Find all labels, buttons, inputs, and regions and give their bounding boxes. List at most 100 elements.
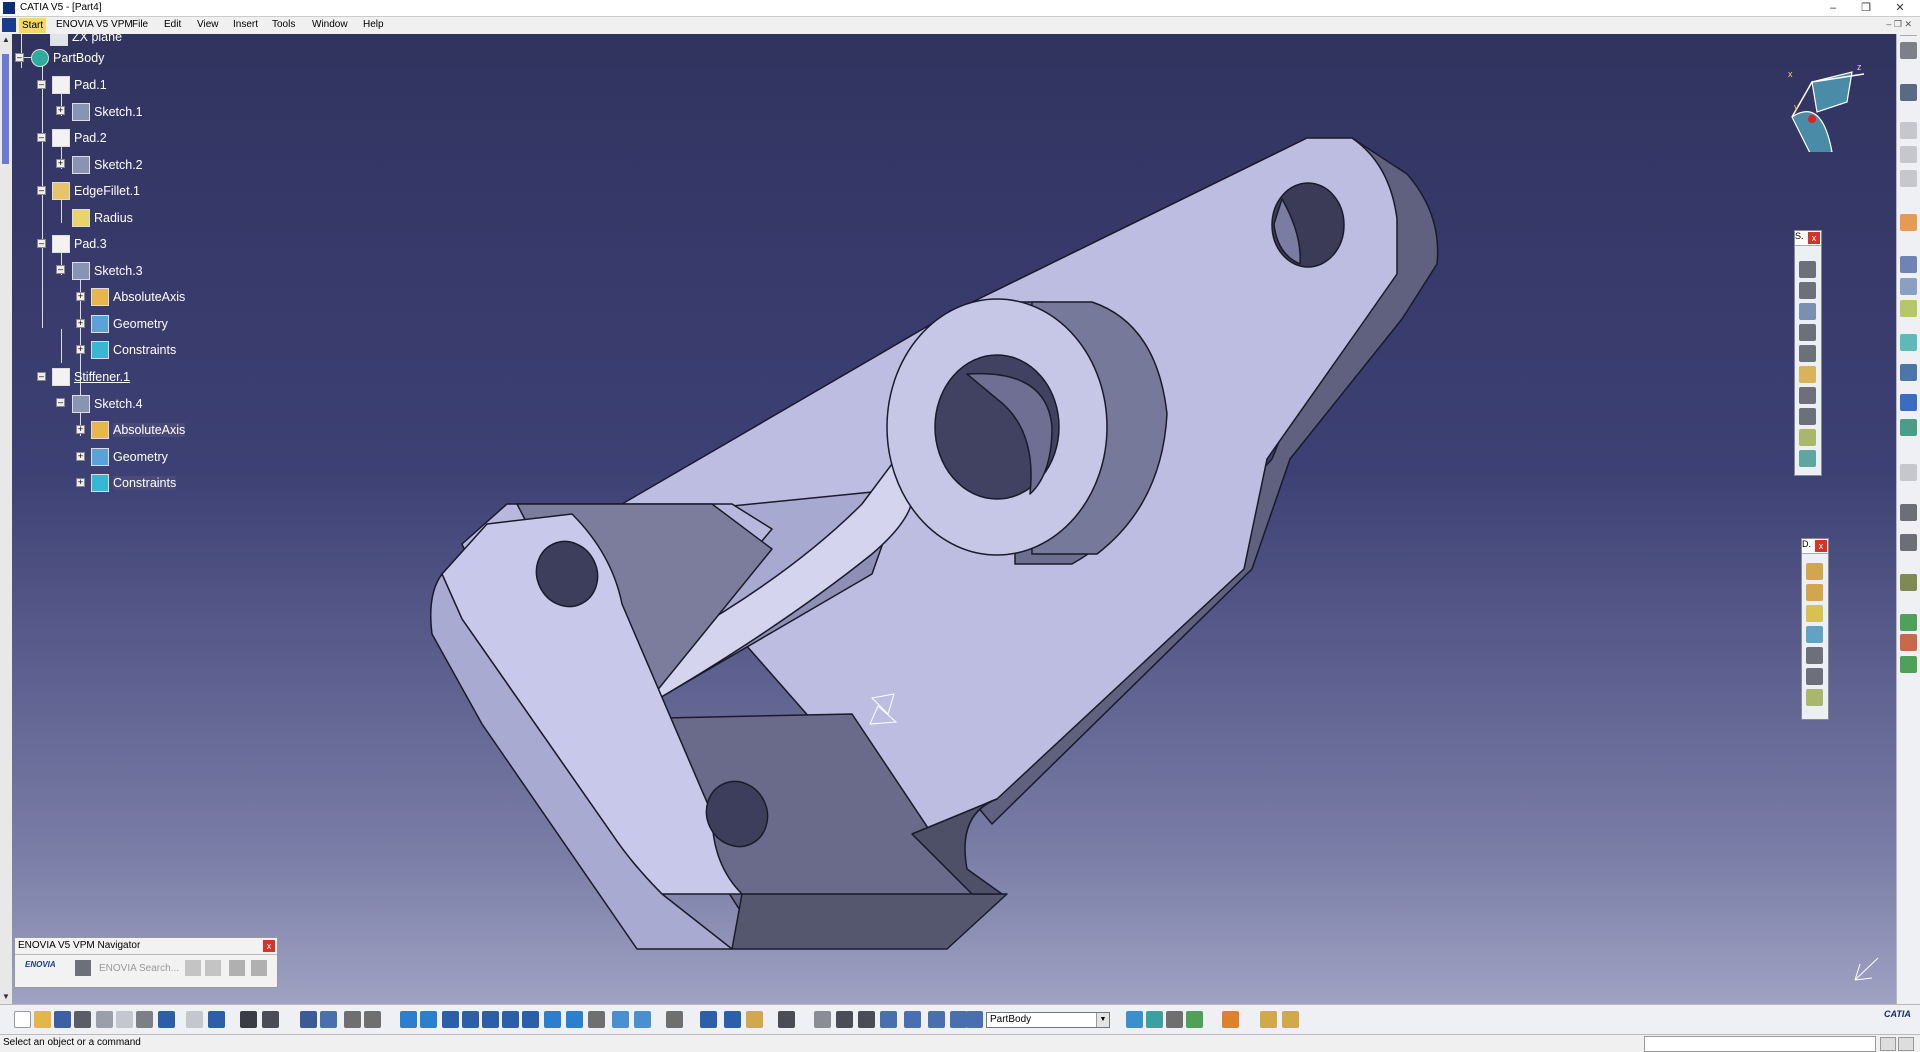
status-icon[interactable] [1898,1037,1914,1051]
collapse-icon[interactable]: – [56,265,65,274]
manual-update-icon[interactable] [836,1011,853,1028]
tree-node-absoluteaxis[interactable]: AbsoluteAxis [91,286,185,308]
stiffener-tool-icon[interactable] [1799,408,1816,425]
undo-icon[interactable] [158,1011,175,1028]
menu-file[interactable]: File [132,19,148,30]
zoom-in-icon[interactable] [482,1011,499,1028]
scan-icon[interactable] [966,1011,983,1028]
collapse-icon[interactable]: – [37,372,46,381]
expand-icon[interactable]: + [76,478,85,487]
menu-tools[interactable]: Tools [272,19,295,30]
thread-tool-icon[interactable] [1806,668,1823,685]
fly-mode-icon[interactable] [400,1011,417,1028]
material-icon[interactable] [1900,574,1917,591]
tree-node-stiffener-1[interactable]: Stiffener.1 [52,366,130,388]
workbench-icon[interactable] [1900,42,1917,59]
part-analysis-icon[interactable] [1186,1011,1203,1028]
sketch-icon[interactable] [1900,84,1917,101]
remove-face-tool-icon[interactable] [1806,689,1823,706]
menu-edit[interactable]: Edit [164,19,181,30]
expand-icon[interactable]: + [76,292,85,301]
tree-node-sketch-1[interactable]: Sketch.1 [72,101,143,123]
menu-view[interactable]: View [197,19,219,30]
redo-icon[interactable] [186,1011,203,1028]
publication-icon[interactable] [1900,634,1917,651]
boolean-icon[interactable] [1900,334,1917,351]
expand-icon[interactable]: + [76,319,85,328]
shell-tool-icon[interactable] [1806,626,1823,643]
working-object-icon[interactable] [950,1011,967,1028]
table-icon[interactable] [300,1011,317,1028]
tree-node-zx-plane[interactable]: ZX plane [50,34,122,48]
pad-tool-icon[interactable] [1799,261,1816,278]
macro-icon[interactable] [344,1011,361,1028]
collapse-icon[interactable]: – [56,398,65,407]
apply-material-paint-icon[interactable] [1222,1011,1239,1028]
tree-node-pad-3[interactable]: Pad.3 [52,233,107,255]
enovia-logo[interactable]: ENOVIA [25,960,56,969]
thickness-tool-icon[interactable] [1806,647,1823,664]
formula-icon[interactable] [240,1011,257,1028]
fit-all-icon[interactable] [420,1011,437,1028]
normal-view-icon[interactable] [522,1011,539,1028]
measure-3d-icon[interactable] [1146,1011,1163,1028]
tree-node-geometry[interactable]: Geometry [91,313,168,335]
chevron-down-icon[interactable]: ▼ [1096,1013,1109,1027]
menu-help[interactable]: Help [363,19,384,30]
expand-icon[interactable]: + [76,345,85,354]
edge-fillet-tool-icon[interactable] [1806,563,1823,580]
capture-icon[interactable] [666,1011,683,1028]
zoom-out-icon[interactable] [502,1011,519,1028]
scaling-icon[interactable] [1900,419,1917,436]
draft-tool-icon[interactable] [1806,605,1823,622]
menu-insert[interactable]: Insert [233,19,258,30]
line-icon[interactable] [1900,278,1917,295]
assembly-update-icon[interactable] [1282,1011,1299,1028]
expand-icon[interactable]: + [76,425,85,434]
navigator-header[interactable]: ENOVIA V5 VPM Navigator x [15,938,277,955]
part-3d-model[interactable] [12,34,1896,1004]
tree-node-edgefillet-1[interactable]: EdgeFillet.1 [52,180,140,202]
tree-node-geometry[interactable]: Geometry [91,446,168,468]
loft-tool-icon[interactable] [1799,429,1816,446]
iso-view-icon[interactable] [566,1011,583,1028]
navigator-tool-icon[interactable] [185,960,201,976]
annotation-icon[interactable] [1900,504,1917,521]
plane-tool-icon[interactable] [1900,146,1917,163]
3d-viewport[interactable]: ZX plane – PartBody – Pad.1 + Sketch.1 –… [12,34,1896,1004]
toolbar-header[interactable]: S. x [1795,231,1821,246]
expand-icon[interactable]: + [56,106,65,115]
exit-workbench-icon[interactable] [1900,122,1917,139]
pan-icon[interactable] [442,1011,459,1028]
tree-node-sketch-2[interactable]: Sketch.2 [72,154,143,176]
catalog-icon[interactable] [364,1011,381,1028]
close-toolbar-icon[interactable]: x [1815,540,1827,552]
transform-icon[interactable] [1900,364,1917,381]
close-button[interactable]: ✕ [1880,0,1920,16]
line-tool-icon[interactable] [1900,170,1917,187]
swap-visible-space-icon[interactable] [634,1011,651,1028]
expand-icon[interactable]: + [76,452,85,461]
close-toolbar-icon[interactable]: x [1808,232,1820,244]
scroll-down-arrow-icon[interactable]: ▼ [1,992,11,1002]
menu-enovia[interactable]: ENOVIA V5 VPM [56,19,133,30]
toolbar-header[interactable]: D. x [1802,539,1828,554]
hide-show-icon[interactable] [612,1011,629,1028]
collapse-icon[interactable]: – [37,80,46,89]
slot-tool-icon[interactable] [1799,387,1816,404]
copy-icon[interactable] [116,1011,133,1028]
document-icon[interactable] [2,18,16,32]
analysis-icon[interactable] [1900,464,1917,481]
current-body-select[interactable]: PartBody ▼ [986,1012,1110,1028]
tree-node-constraints[interactable]: Constraints [91,472,177,494]
remove-loft-tool-icon[interactable] [1799,450,1816,467]
expand-icon[interactable]: + [56,159,65,168]
command-input[interactable] [1644,1036,1876,1052]
body-icon[interactable] [904,1011,921,1028]
mdi-window-controls[interactable]: – ❐ ✕ [1886,19,1912,30]
tree-node-partbody[interactable]: PartBody [31,47,104,69]
paste-icon[interactable] [136,1011,153,1028]
status-icon[interactable] [1880,1037,1896,1051]
tree-node-constraints[interactable]: Constraints [91,339,176,361]
navigator-tool-icon[interactable] [251,960,267,976]
